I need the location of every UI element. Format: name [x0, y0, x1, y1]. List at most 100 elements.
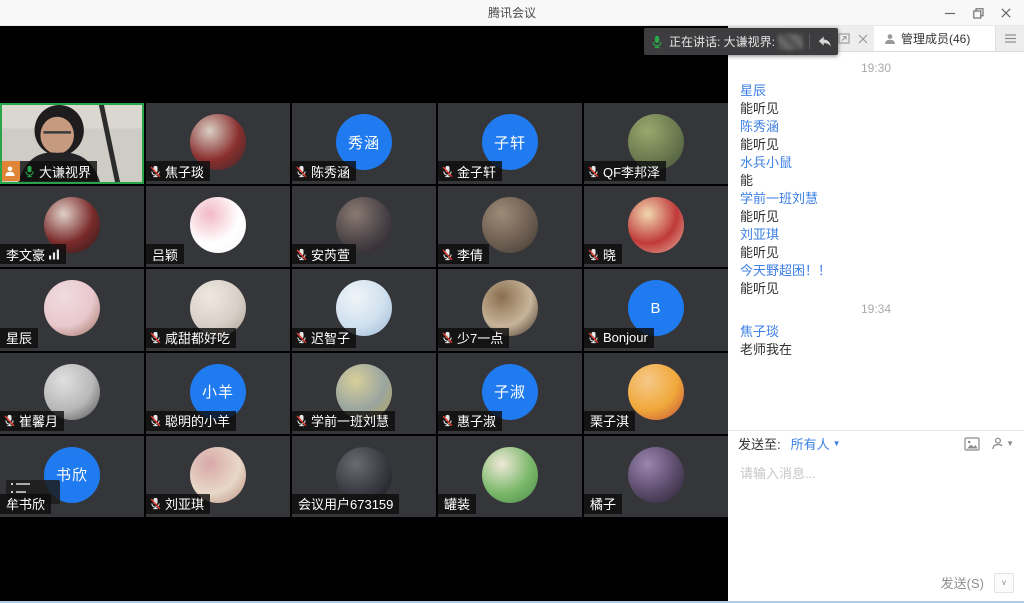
participant-name-tag: 刘亚琪	[146, 494, 210, 514]
participant-name: 吕颖	[152, 245, 178, 264]
chat-timestamp: 19:30	[740, 61, 1012, 75]
send-button[interactable]: 发送(S)	[931, 570, 994, 595]
name-tag-body: 安芮萱	[292, 244, 356, 264]
mention-member-icon[interactable]: ▼	[992, 437, 1014, 450]
chat-message-list[interactable]: 19:30星辰能听见陈秀涵能听见水兵小鼠能学前一班刘慧能听见刘亚琪能听见今天野超…	[728, 52, 1024, 430]
participant-tile[interactable]: 李倩	[438, 186, 582, 267]
participant-tile[interactable]: 橘子	[584, 436, 728, 517]
active-mic-icon	[23, 165, 36, 178]
participant-tile[interactable]: 刘亚琪	[146, 436, 290, 517]
tab-manage-members[interactable]: 管理成员(46)	[874, 26, 996, 51]
participant-name-tag: 安芮萱	[292, 244, 356, 264]
muted-mic-icon	[587, 248, 600, 261]
message-input[interactable]	[740, 463, 1012, 563]
participant-tile[interactable]: 咸甜都好吃	[146, 269, 290, 350]
muted-mic-icon	[295, 414, 308, 427]
participant-tile[interactable]: 罐装	[438, 436, 582, 517]
speaking-banner: 正在讲话: 大谦视界:	[644, 28, 838, 55]
participant-tile[interactable]: 小羊聪明的小羊	[146, 353, 290, 434]
banner-divider	[809, 34, 810, 49]
participant-tile[interactable]: 秀涵陈秀涵	[292, 103, 436, 184]
participant-tile[interactable]: 迟智子	[292, 269, 436, 350]
popout-panel-icon[interactable]	[838, 33, 850, 44]
participant-tile[interactable]: 焦子琰	[146, 103, 290, 184]
participant-name-tag: 李倩	[438, 244, 489, 264]
chat-sender-name[interactable]: 星辰	[740, 82, 1012, 100]
chat-sender-name[interactable]: 今天野超困！！	[740, 262, 1012, 280]
participant-tile[interactable]: 晓	[584, 186, 728, 267]
chat-sender-name[interactable]: 陈秀涵	[740, 118, 1012, 136]
participant-name: QF李邦泽	[603, 162, 660, 181]
participant-name: 会议用户673159	[298, 494, 393, 513]
participant-tile[interactable]: 星辰	[0, 269, 144, 350]
chat-sender-name[interactable]: 学前一班刘慧	[740, 190, 1012, 208]
muted-mic-icon	[441, 414, 454, 427]
participant-name: 咸甜都好吃	[165, 328, 230, 347]
chat-sender-name[interactable]: 焦子琰	[740, 323, 1012, 341]
send-to-dropdown[interactable]: 所有人 ▼	[791, 434, 841, 453]
name-tag-body: Bonjour	[584, 328, 654, 348]
name-tag-body: 少7一点	[438, 328, 509, 348]
hamburger-icon	[1005, 34, 1016, 43]
participant-name-tag: 罐装	[438, 494, 476, 514]
chat-sender-name[interactable]: 刘亚琪	[740, 226, 1012, 244]
participant-grid: 大谦视界 焦子琰 秀涵陈秀涵子轩金子轩 QF李邦泽李文豪吕颖 安芮萱 李倩 晓星辰 咸甜都好吃…	[0, 103, 728, 517]
participant-name: 安芮萱	[311, 245, 350, 264]
participant-name-tag: 聪明的小羊	[146, 411, 236, 431]
participant-tile[interactable]: 子淑惠子淑	[438, 353, 582, 434]
participant-tile[interactable]: 崔馨月	[0, 353, 144, 434]
name-tag-body: 会议用户673159	[292, 494, 399, 514]
participant-tile[interactable]: 学前一班刘慧	[292, 353, 436, 434]
participant-tile[interactable]: 书欣牟书欣	[0, 436, 144, 517]
participant-name: 星辰	[6, 328, 32, 347]
name-tag-body: 李倩	[438, 244, 489, 264]
participant-tile[interactable]: 李文豪	[0, 186, 144, 267]
photo-avatar	[482, 197, 538, 253]
participant-tile[interactable]: 会议用户673159	[292, 436, 436, 517]
participant-name-tag: 陈秀涵	[292, 161, 356, 181]
reply-arrow-icon[interactable]	[817, 35, 832, 48]
panel-window-icons	[838, 26, 874, 51]
participant-name: 少7一点	[457, 328, 503, 347]
muted-mic-icon	[149, 331, 162, 344]
screenshot-image-icon[interactable]	[964, 437, 980, 451]
close-button[interactable]	[992, 0, 1020, 26]
participant-tile[interactable]: 子轩金子轩	[438, 103, 582, 184]
participant-name: 栗子淇	[590, 411, 629, 430]
minimize-button[interactable]	[936, 0, 964, 26]
chat-sender-name[interactable]: 水兵小鼠	[740, 154, 1012, 172]
name-tag-body: 星辰	[0, 328, 38, 348]
send-options-button[interactable]: ∨	[994, 573, 1014, 593]
participant-tile[interactable]: BBonjour	[584, 269, 728, 350]
censored-name-blur	[778, 34, 803, 50]
participant-name: 陈秀涵	[311, 162, 350, 181]
participant-tile[interactable]: QF李邦泽	[584, 103, 728, 184]
participant-name-tag: 大谦视界	[0, 161, 97, 181]
panel-menu-button[interactable]	[996, 26, 1024, 51]
photo-avatar	[190, 197, 246, 253]
muted-mic-icon	[587, 165, 600, 178]
name-tag-body: 陈秀涵	[292, 161, 356, 181]
participant-name-tag: 咸甜都好吃	[146, 328, 236, 348]
name-tag-body: QF李邦泽	[584, 161, 666, 181]
participant-tile[interactable]: 栗子淇	[584, 353, 728, 434]
name-tag-body: 金子轩	[438, 161, 502, 181]
chat-panel: 管理成员(46) 19:30星辰能听见陈秀涵能听见水兵小鼠能学前一班刘慧能听见刘…	[728, 26, 1024, 603]
participant-tile[interactable]: 吕颖	[146, 186, 290, 267]
chat-message-text: 能听见	[740, 244, 1012, 262]
restore-button[interactable]	[964, 0, 992, 26]
participant-tile[interactable]: 少7一点	[438, 269, 582, 350]
close-panel-icon[interactable]	[858, 34, 868, 44]
photo-avatar	[44, 280, 100, 336]
name-tag-body: 迟智子	[292, 328, 356, 348]
participant-name: 焦子琰	[165, 162, 204, 181]
name-tag-body: 吕颖	[146, 244, 184, 264]
participant-name-tag: 焦子琰	[146, 161, 210, 181]
name-tag-body: 聪明的小羊	[146, 411, 236, 431]
participant-name-tag: 晓	[584, 244, 622, 264]
participant-tile[interactable]: 安芮萱	[292, 186, 436, 267]
muted-mic-icon	[441, 248, 454, 261]
participant-name: 迟智子	[311, 328, 350, 347]
participant-tile[interactable]: 大谦视界	[0, 103, 144, 184]
muted-mic-icon	[149, 414, 162, 427]
